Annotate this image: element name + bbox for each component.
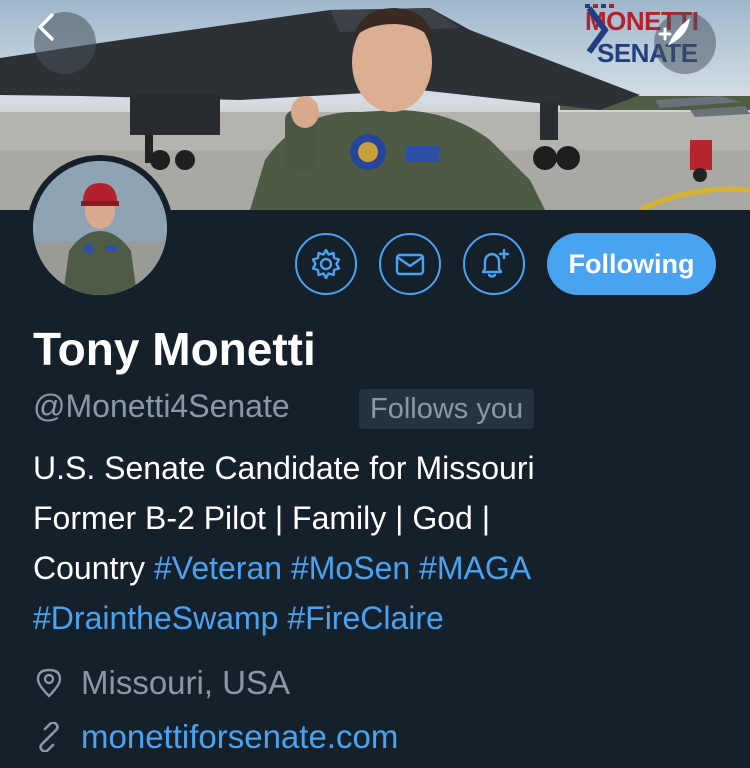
bio-line: Former B-2 Pilot | Family | God | [33,500,491,536]
gear-icon [311,248,341,280]
avatar-photo [33,161,167,295]
website-row[interactable]: monettiforsenate.com [33,718,398,756]
quill-pen-icon [658,18,690,46]
bio-line: #DraintheSwamp #FireClaire [33,593,733,643]
profile-handle[interactable]: @Monetti4Senate [33,388,290,425]
hashtag-link[interactable]: #FireClaire [287,600,443,636]
location-text: Missouri, USA [81,664,291,701]
bell-plus-icon [481,248,510,278]
logo-chevron [586,6,609,54]
profile-name: Tony Monetti [33,323,316,375]
link-icon [33,721,65,753]
compose-button[interactable] [654,12,716,74]
hashtag-link[interactable]: #MoSen [291,550,410,586]
website-link[interactable]: monettiforsenate.com [81,718,398,756]
bio-text: Country [33,550,154,586]
notifications-button[interactable] [463,233,525,295]
settings-button[interactable] [295,233,357,295]
chevron-left-icon [38,13,54,41]
hashtag-link[interactable]: #MAGA [419,550,531,586]
bio-line: Country #Veteran #MoSen #MAGA [33,543,733,593]
following-button[interactable]: Following [547,233,716,295]
hashtag-link[interactable]: #DraintheSwamp [33,600,278,636]
profile-bio: U.S. Senate Candidate for Missouri Forme… [33,443,733,643]
message-button[interactable] [379,233,441,295]
location-row: Missouri, USA [33,664,290,702]
follows-you-badge: Follows you [359,389,535,429]
back-button[interactable] [34,12,96,74]
hashtag-link[interactable]: #Veteran [154,550,282,586]
avatar[interactable] [27,155,173,301]
bio-line: U.S. Senate Candidate for Missouri [33,450,535,486]
envelope-icon [395,253,425,276]
location-pin-icon [33,667,65,699]
